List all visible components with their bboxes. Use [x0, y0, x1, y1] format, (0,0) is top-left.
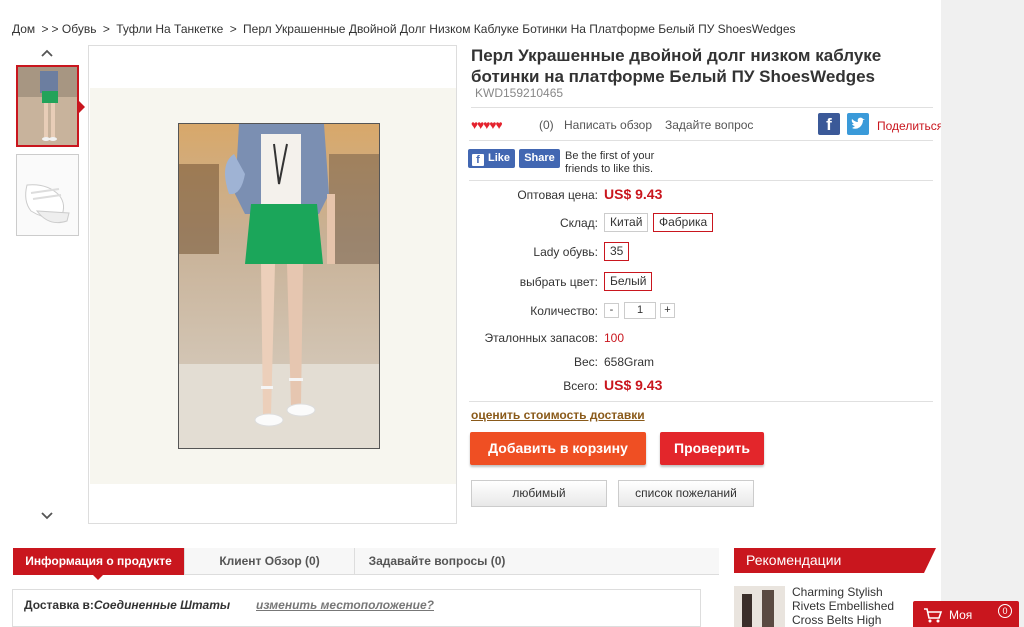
breadcrumb-separator: > — [102, 22, 110, 36]
facebook-social-text: Be the first of your friends to like thi… — [565, 150, 655, 175]
change-location-link[interactable]: изменить местоположение? — [256, 598, 434, 612]
recommendation-title-line: Cross Belts High — [792, 613, 882, 627]
quantity-decrement-button[interactable]: - — [604, 303, 619, 318]
breadcrumb-separator: > — [229, 22, 237, 36]
breadcrumb-separator: > — [41, 22, 49, 36]
warehouse-label: Склад: — [559, 216, 598, 230]
wishlist-button[interactable]: список пожеланий — [618, 480, 754, 507]
recommendation-image[interactable] — [734, 586, 785, 627]
breadcrumb-current: Перл Украшенные Двойной Долг Низком Кабл… — [243, 22, 796, 36]
rating-hearts: ♥♥♥♥♥ — [471, 118, 503, 132]
breadcrumb-home[interactable]: Дом — [12, 22, 35, 36]
favorite-button[interactable]: любимый — [471, 480, 607, 507]
write-review-link[interactable]: Написать обзор — [564, 118, 652, 132]
product-sku: KWD159210465 — [475, 86, 564, 100]
product-title: Перл Украшенные двойной долг низком кабл… — [471, 46, 882, 86]
recommendation-title-line: Rivets Embellished — [792, 599, 895, 613]
facebook-f-icon: f — [472, 154, 484, 166]
recommendation-title-line: Charming Stylish — [792, 585, 883, 599]
quantity-increment-button[interactable]: + — [660, 303, 675, 318]
total-price: US$ 9.43 — [604, 377, 663, 393]
breadcrumb-wedges[interactable]: Туфли На Танкетке — [116, 22, 223, 36]
tab-ask-questions[interactable]: Задавайте вопросы (0) — [355, 548, 519, 575]
warehouse-option-factory[interactable]: Фабрика — [653, 213, 714, 232]
color-label: выбрать цвет: — [519, 275, 598, 289]
product-thumbnail[interactable] — [16, 154, 79, 236]
stock-value: 100 — [604, 331, 625, 345]
quantity-label: Количество: — [530, 304, 598, 318]
thumbnail-active-marker — [79, 101, 85, 113]
share-link[interactable]: Поделиться — [877, 119, 941, 133]
thumbnail-image — [17, 155, 78, 235]
add-to-cart-button[interactable]: Добавить в корзину — [470, 432, 646, 465]
quantity-input[interactable]: 1 — [624, 302, 656, 319]
main-image-container — [88, 45, 457, 524]
facebook-icon[interactable]: f — [818, 113, 840, 135]
size-label: Lady обувь: — [533, 245, 598, 259]
twitter-bird-icon — [851, 117, 865, 129]
tab-customer-reviews[interactable]: Клиент Обзор (0) — [185, 548, 355, 575]
shopping-cart-icon — [924, 608, 943, 623]
cart-count-badge: 0 — [998, 604, 1012, 618]
active-tab-marker — [93, 575, 103, 580]
weight-label: Вес: — [573, 355, 598, 369]
divider — [469, 140, 933, 141]
wholesale-price: US$ 9.43 — [604, 186, 663, 202]
product-thumbnail[interactable] — [16, 65, 79, 147]
estimate-shipping-link[interactable]: оценить стоимость доставки — [471, 408, 645, 422]
ask-question-link[interactable]: Задайте вопрос — [665, 118, 753, 132]
divider — [469, 180, 933, 181]
recommendations-header: Рекомендации — [734, 548, 936, 573]
product-photo — [179, 124, 379, 448]
divider — [471, 107, 933, 108]
facebook-share-button[interactable]: Share — [519, 149, 560, 168]
cart-label: Моя — [949, 608, 973, 622]
thumbnail-image — [18, 67, 77, 145]
size-option[interactable]: 35 — [604, 242, 630, 261]
stock-label: Эталонных запасов: — [484, 331, 598, 345]
wholesale-price-label: Оптовая цена: — [517, 188, 598, 202]
shipping-destination: Доставка в:Соединенные Штаты — [24, 598, 230, 612]
breadcrumb: Дом > > Обувь > Туфли На Танкетке > Перл … — [12, 22, 796, 36]
facebook-like-label: Like — [488, 152, 511, 164]
twitter-icon[interactable] — [847, 113, 869, 135]
review-count: (0) — [539, 118, 554, 132]
right-margin-strip — [941, 0, 1024, 627]
breadcrumb-shoes[interactable]: Обувь — [62, 22, 97, 36]
main-product-image[interactable] — [178, 123, 380, 449]
chevron-down-icon[interactable] — [40, 509, 54, 523]
warehouse-option-china[interactable]: Китай — [604, 213, 649, 232]
recommendation-title[interactable]: Charming Stylish Rivets Embellished Cros… — [792, 585, 907, 627]
checkout-button[interactable]: Проверить — [660, 432, 764, 465]
facebook-like-button[interactable]: f Like — [468, 149, 515, 168]
shipping-prefix: Доставка в: — [24, 598, 94, 612]
color-option[interactable]: Белый — [604, 272, 653, 291]
shipping-country: Соединенные Штаты — [93, 598, 231, 612]
total-label: Всего: — [563, 379, 598, 393]
product-tabs: Информация о продукте Клиент Обзор (0) З… — [13, 548, 719, 575]
recommendation-photo — [734, 586, 785, 627]
breadcrumb-separator: > — [51, 22, 59, 36]
chevron-up-icon[interactable] — [40, 46, 54, 60]
divider — [469, 401, 933, 402]
weight-value: 658Gram — [604, 355, 655, 369]
tab-product-info[interactable]: Информация о продукте — [13, 548, 185, 575]
